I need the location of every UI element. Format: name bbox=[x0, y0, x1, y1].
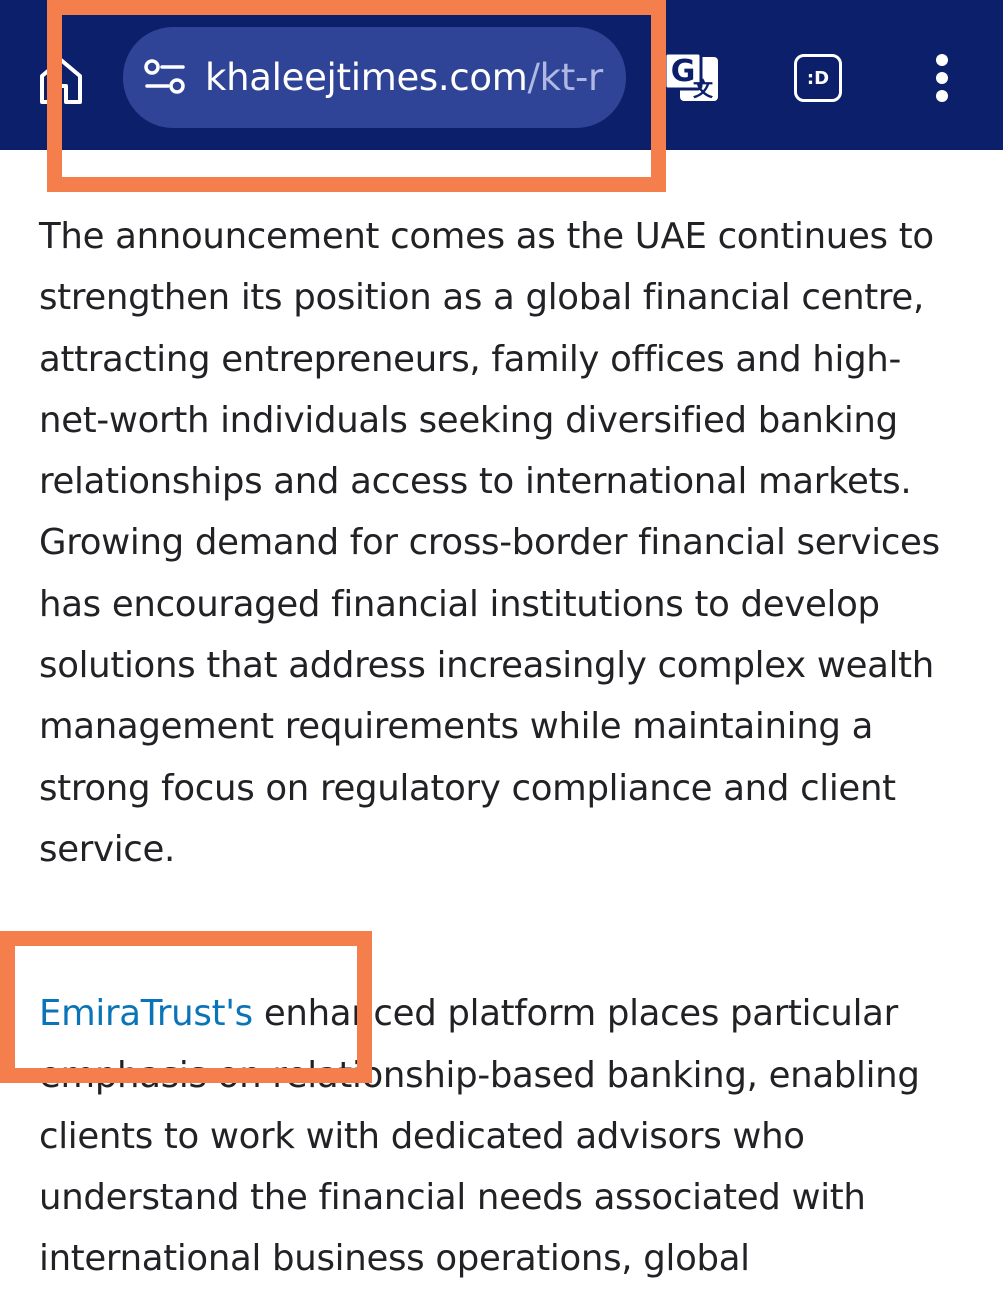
more-vert-icon bbox=[936, 54, 948, 102]
article-paragraph: The announcement comes as the UAE contin… bbox=[39, 216, 940, 870]
tab-switcher-button[interactable]: :D bbox=[794, 54, 842, 102]
tab-switcher-label: :D bbox=[806, 67, 830, 89]
svg-text:文: 文 bbox=[693, 77, 714, 101]
paragraph-text: enhanced platform places particular emph… bbox=[39, 993, 920, 1280]
browser-toolbar: khaleejtimes.com/kt-r G 文 :D bbox=[0, 0, 1003, 150]
article-paragraph: EmiraTrust's enhanced platform places pa… bbox=[39, 983, 969, 1289]
article-body: The announcement comes as the UAE contin… bbox=[39, 206, 969, 1290]
more-menu-button[interactable] bbox=[925, 52, 959, 104]
site-settings-icon[interactable] bbox=[143, 59, 187, 95]
url-domain: khaleejtimes.com bbox=[205, 56, 528, 99]
url-path: /kt-r bbox=[527, 56, 604, 99]
emiratrust-link[interactable]: EmiraTrust's bbox=[39, 993, 253, 1034]
url-text[interactable]: khaleejtimes.com/kt-r bbox=[205, 51, 605, 105]
home-button[interactable] bbox=[36, 56, 86, 104]
translate-icon: G 文 bbox=[663, 51, 718, 101]
translate-button[interactable]: G 文 bbox=[663, 50, 721, 106]
url-bar[interactable]: khaleejtimes.com/kt-r bbox=[123, 27, 626, 128]
home-icon bbox=[40, 58, 82, 104]
svg-text:G: G bbox=[671, 54, 696, 89]
